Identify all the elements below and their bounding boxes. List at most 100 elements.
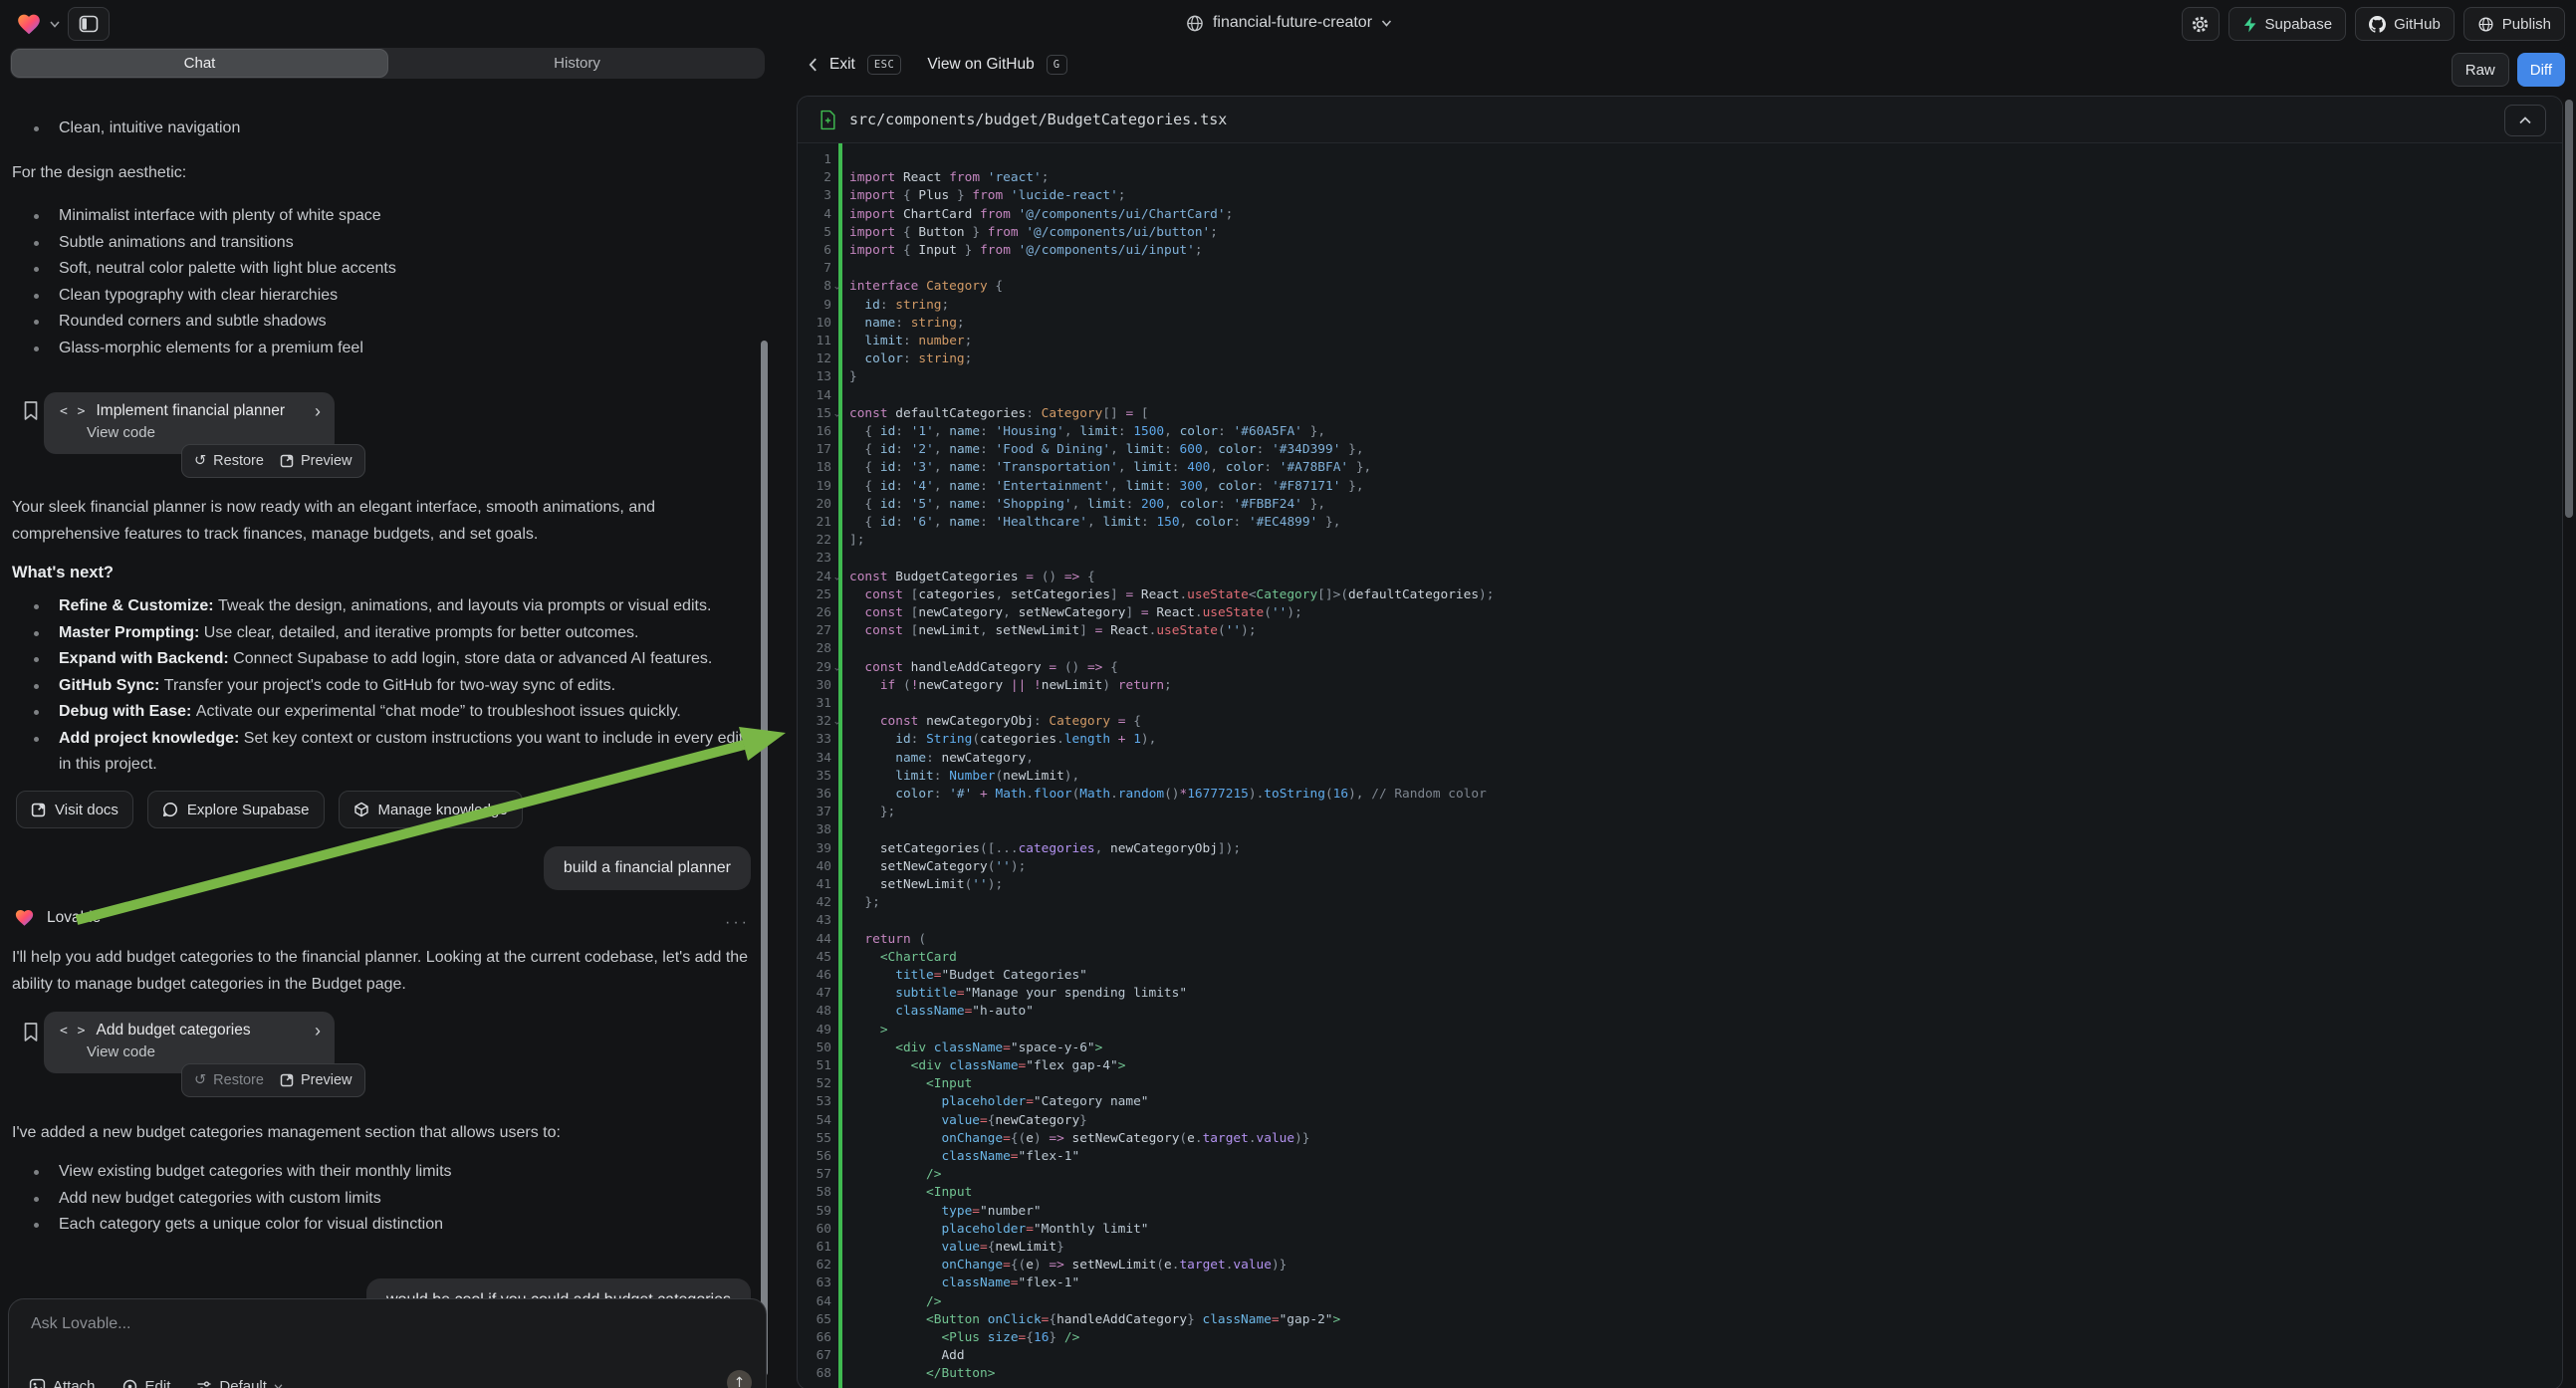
chat-scrollbar[interactable] — [761, 341, 768, 1376]
restore-icon: ↺ — [194, 453, 206, 469]
code-line: 46 title="Budget Categories" — [798, 967, 2562, 985]
lovable-heart-icon[interactable] — [16, 12, 42, 36]
manage-knowledge-button[interactable]: Manage knowledge — [339, 791, 523, 828]
file-header[interactable]: src/components/budget/BudgetCategories.t… — [798, 97, 2562, 143]
line-number: 13 — [798, 368, 831, 386]
code-line: 43 — [798, 912, 2562, 930]
bookmark-icon[interactable] — [22, 1022, 40, 1043]
code-line: 59 type="number" — [798, 1203, 2562, 1221]
line-number: 39 — [798, 840, 831, 858]
toggle-sidebar-button[interactable] — [68, 7, 110, 41]
tab-chat[interactable]: Chat — [11, 49, 388, 78]
raw-toggle-button[interactable]: Raw — [2452, 53, 2509, 87]
feature-bullet-list: View existing budget categories with the… — [12, 1159, 751, 1239]
code-line: 26 const [newCategory, setNewCategory] =… — [798, 604, 2562, 622]
assistant-name: Lovable — [47, 909, 101, 927]
lovable-heart-icon — [14, 908, 35, 927]
view-code-link[interactable]: View code — [44, 1040, 335, 1060]
code-line: 28 — [798, 640, 2562, 658]
line-number: 60 — [798, 1221, 831, 1239]
view-on-github-button[interactable]: View on GitHub — [927, 56, 1034, 74]
chevron-left-icon[interactable] — [809, 58, 818, 72]
github-label: GitHub — [2394, 16, 2441, 33]
code-scrollbar[interactable] — [2565, 100, 2573, 518]
exit-button[interactable]: Exit — [829, 56, 855, 74]
code-line: 68 </Button> — [798, 1365, 2562, 1383]
line-number: 67 — [798, 1347, 831, 1365]
line-number: 35 — [798, 768, 831, 786]
code-line: 3import { Plus } from 'lucide-react'; — [798, 187, 2562, 205]
code-line: 21 { id: '6', name: 'Healthcare', limit:… — [798, 514, 2562, 532]
preview-button[interactable]: Preview — [280, 453, 352, 469]
line-number: 29 — [798, 659, 831, 677]
chevron-down-icon — [1381, 20, 1391, 27]
fold-chevron-icon[interactable]: › — [827, 285, 845, 292]
list-item: Clean typography with clear hierarchies — [12, 283, 745, 310]
code-line: 10 name: string; — [798, 315, 2562, 333]
code-line: 58 <Input — [798, 1184, 2562, 1202]
view-code-link[interactable]: View code — [44, 420, 335, 441]
code-line: 60 placeholder="Monthly limit" — [798, 1221, 2562, 1239]
line-number: 20 — [798, 496, 831, 514]
visit-docs-button[interactable]: Visit docs — [16, 791, 133, 828]
code-line: 66 <Plus size={16} /> — [798, 1329, 2562, 1347]
code-line: 31 — [798, 695, 2562, 713]
assistant-header: Lovable — [14, 908, 101, 927]
send-button[interactable]: ↑ — [727, 1370, 752, 1388]
line-number: 10 — [798, 315, 831, 333]
code-line: 1 — [798, 151, 2562, 169]
restore-button[interactable]: ↺ Restore — [194, 453, 264, 469]
line-number: 11 — [798, 333, 831, 350]
attach-button[interactable]: Attach — [29, 1378, 96, 1388]
chat-input[interactable] — [29, 1313, 730, 1351]
project-switcher[interactable]: financial-future-creator — [1185, 0, 1391, 46]
message-menu-button[interactable]: ··· — [725, 914, 750, 932]
code-line: 11 limit: number; — [798, 333, 2562, 350]
restore-button[interactable]: ↺ Restore — [194, 1072, 264, 1088]
line-number: 63 — [798, 1274, 831, 1292]
line-number: 59 — [798, 1203, 831, 1221]
esc-kbd: ESC — [867, 55, 901, 75]
code-line: 27 const [newLimit, setNewLimit] = React… — [798, 622, 2562, 640]
edit-button[interactable]: Edit — [121, 1378, 171, 1388]
supabase-label: Supabase — [2265, 16, 2333, 33]
code-line: 49 > — [798, 1022, 2562, 1040]
publish-button[interactable]: Publish — [2463, 7, 2565, 41]
chevron-right-icon: › — [315, 1022, 321, 1040]
line-number: 47 — [798, 985, 831, 1003]
mode-select[interactable]: Default — [196, 1378, 283, 1388]
preview-button[interactable]: Preview — [280, 1072, 352, 1088]
supabase-button[interactable]: Supabase — [2228, 7, 2347, 41]
line-number: 42 — [798, 894, 831, 912]
code-editor[interactable]: 12import React from 'react';3import { Pl… — [798, 143, 2562, 1388]
code-line: 14 — [798, 387, 2562, 405]
explore-supabase-button[interactable]: Explore Supabase — [147, 791, 325, 828]
assistant-outro-2: I've added a new budget categories manag… — [12, 1119, 757, 1146]
topbar: financial-future-creator Supabase — [0, 0, 2576, 46]
chevron-down-icon[interactable] — [50, 21, 60, 28]
fold-chevron-icon[interactable]: › — [827, 575, 845, 581]
github-button[interactable]: GitHub — [2355, 7, 2455, 41]
fold-chevron-icon[interactable]: › — [827, 412, 845, 419]
bookmark-icon[interactable] — [22, 400, 40, 422]
diff-toggle-button[interactable]: Diff — [2517, 53, 2565, 87]
restore-preview-toolbar: ↺ Restore Preview — [181, 1063, 365, 1097]
line-number: 21 — [798, 514, 831, 532]
line-number: 32 — [798, 713, 831, 731]
sliders-icon — [196, 1379, 212, 1388]
publish-label: Publish — [2502, 16, 2551, 33]
code-line: 18 { id: '3', name: 'Transportation', li… — [798, 459, 2562, 477]
collapse-file-button[interactable] — [2504, 105, 2546, 136]
line-number: 26 — [798, 604, 831, 622]
fold-chevron-icon[interactable]: › — [827, 665, 845, 672]
next-step-item: Expand with Backend: Connect Supabase to… — [12, 646, 751, 673]
code-line: 9 id: string; — [798, 297, 2562, 315]
tab-history[interactable]: History — [389, 48, 765, 79]
list-item: Minimalist interface with plenty of whit… — [12, 203, 745, 230]
fold-chevron-icon[interactable]: › — [827, 720, 845, 727]
code-icon: < > — [60, 404, 86, 419]
code-line: 33 id: String(categories.length + 1), — [798, 731, 2562, 749]
settings-button[interactable] — [2182, 7, 2220, 41]
topbar-left — [16, 7, 110, 41]
assistant-bullets-top: Clean, intuitive navigation — [12, 116, 745, 142]
